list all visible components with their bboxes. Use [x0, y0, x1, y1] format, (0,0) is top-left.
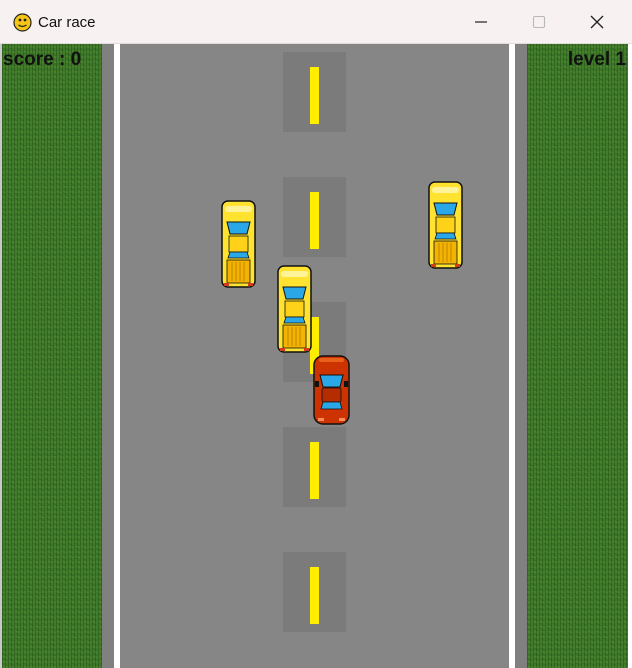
red-car[interactable]	[313, 355, 350, 425]
road-shoulder-left	[102, 44, 114, 668]
minimize-icon	[475, 21, 487, 23]
close-icon	[590, 15, 604, 29]
lane-marker	[283, 52, 346, 132]
maximize-icon	[532, 15, 546, 29]
lane-marker	[283, 427, 346, 507]
lane-marker	[283, 552, 346, 632]
grass-right	[527, 44, 628, 668]
road-shoulder-right	[515, 44, 527, 668]
python-snake-icon	[13, 13, 32, 32]
maximize-button[interactable]	[510, 0, 568, 44]
score-label: score : 0	[3, 49, 82, 70]
close-button[interactable]	[568, 0, 626, 44]
minimize-button[interactable]	[452, 0, 510, 44]
level-label: level 1	[567, 49, 626, 70]
yellow-car	[221, 200, 256, 288]
lane-marker	[283, 177, 346, 257]
title-bar: Car race	[0, 0, 632, 44]
game-canvas[interactable]: score : 0 level 1	[0, 44, 632, 668]
window-edge-right	[628, 44, 632, 668]
yellow-car	[277, 265, 312, 353]
window-title: Car race	[38, 14, 96, 31]
yellow-car	[428, 181, 463, 269]
grass-left	[2, 44, 102, 668]
